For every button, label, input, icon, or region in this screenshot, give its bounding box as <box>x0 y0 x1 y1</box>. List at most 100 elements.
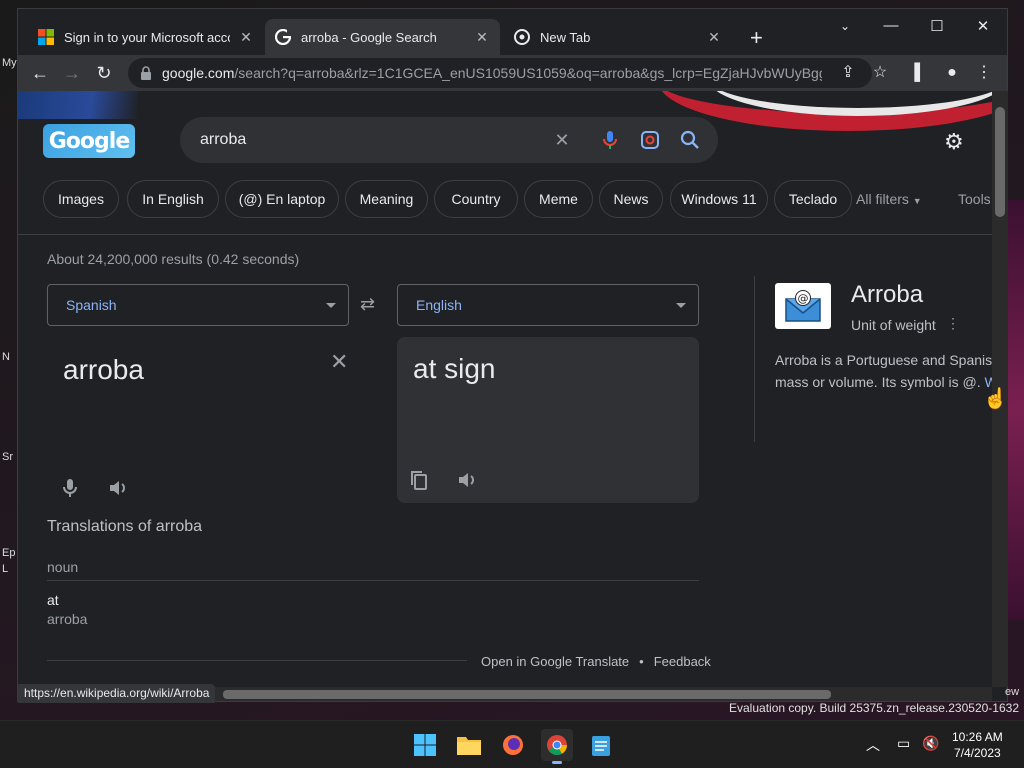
settings-gear-icon[interactable]: ⚙ <box>944 129 964 155</box>
speaker-icon[interactable] <box>106 476 130 500</box>
tab-strip: Sign in to your Microsoft accou ✕ arroba… <box>18 9 1007 55</box>
desktop-label[interactable]: Ep <box>2 547 15 559</box>
swap-languages-icon[interactable]: ⇄ <box>360 294 375 315</box>
clear-search-icon[interactable]: ✕ <box>550 128 574 152</box>
tab-microsoft-signin[interactable]: Sign in to your Microsoft accou ✕ <box>28 19 264 55</box>
clock-date: 7/4/2023 <box>953 746 1001 760</box>
knowledge-panel-title: Arroba <box>851 281 924 308</box>
search-icon[interactable] <box>678 128 702 152</box>
source-language-label: Spanish <box>66 297 117 313</box>
start-windows-icon[interactable] <box>409 729 441 761</box>
microphone-icon[interactable] <box>598 128 622 152</box>
chip-meaning[interactable]: Meaning <box>345 180 428 218</box>
google-doodle-logo[interactable]: Google <box>43 124 135 158</box>
forward-arrow-icon[interactable]: → <box>60 61 84 85</box>
scrollbar-thumb[interactable] <box>223 690 831 699</box>
address-bar[interactable]: google.com/search?q=arroba&rlz=1C1GCEA_e… <box>128 58 872 88</box>
separator-dot: • <box>639 654 644 669</box>
divider <box>754 276 755 442</box>
close-icon[interactable]: ✕ <box>474 29 490 46</box>
all-filters-label: All filters <box>856 191 909 207</box>
tools-button[interactable]: Tools <box>958 191 991 207</box>
chip-windows-11[interactable]: Windows 11 <box>670 180 768 218</box>
share-icon[interactable]: ⇪ <box>836 61 860 85</box>
bookmark-star-icon[interactable]: ☆ <box>868 61 892 85</box>
new-tab-plus-icon[interactable]: + <box>750 25 763 51</box>
tab-search-chevron-icon[interactable]: ⌄ <box>830 19 860 33</box>
tab-new-tab[interactable]: New Tab ✕ <box>504 19 732 55</box>
minimize-icon[interactable]: — <box>876 17 906 34</box>
chip-news[interactable]: News <box>599 180 663 218</box>
source-language-select[interactable]: Spanish <box>47 284 349 326</box>
chip-images[interactable]: Images <box>43 180 119 218</box>
flag-decoration <box>18 91 138 119</box>
search-input[interactable]: arroba ✕ <box>180 117 718 163</box>
all-filters-button[interactable]: All filters ▼ <box>856 191 922 207</box>
menu-kebab-icon[interactable]: ⋮ <box>972 61 996 85</box>
side-panel-icon[interactable]: ▌ <box>908 61 932 85</box>
back-arrow-icon[interactable]: ← <box>28 61 52 85</box>
taskbar-clock[interactable]: 10:26 AM 7/4/2023 <box>952 729 1003 761</box>
feedback-link[interactable]: Feedback <box>654 654 711 669</box>
speaker-icon[interactable] <box>455 468 479 492</box>
lock-icon[interactable] <box>140 66 152 80</box>
translation-output-panel: at sign <box>397 337 699 503</box>
url-host: google.com <box>162 65 235 81</box>
translations-heading: Translations of arroba <box>47 518 203 535</box>
scrollbar-thumb[interactable] <box>995 107 1005 217</box>
desktop-label[interactable]: L <box>2 563 8 575</box>
desktop-label: ew <box>1005 686 1020 698</box>
translation-word[interactable]: at <box>47 592 59 608</box>
clear-source-icon[interactable]: ✕ <box>330 349 348 375</box>
reload-icon[interactable]: ↻ <box>92 61 116 85</box>
knowledge-panel-description: Arroba is a Portuguese and Spanis mass o… <box>775 349 992 393</box>
chrome-taskbar-icon[interactable] <box>541 729 573 764</box>
status-bar-url: https://en.wikipedia.org/wiki/Arroba <box>18 684 216 703</box>
knowledge-panel-subtitle: Unit of weight <box>851 317 936 333</box>
network-icon[interactable]: ▭ <box>897 735 910 752</box>
chip-teclado[interactable]: Teclado <box>774 180 852 218</box>
desktop-label[interactable]: N <box>2 351 10 363</box>
part-of-speech: noun <box>47 559 79 575</box>
open-in-translate-link[interactable]: Open in Google Translate <box>481 654 629 669</box>
description-line: mass or volume. Its symbol is @. W <box>775 371 992 393</box>
chrome-logo-icon <box>547 735 568 756</box>
header-divider <box>18 234 992 235</box>
chip-country[interactable]: Country <box>434 180 518 218</box>
maximize-icon[interactable]: ☐ <box>922 17 952 35</box>
description-text: mass or volume. Its symbol is @. <box>775 374 981 390</box>
google-lens-icon[interactable] <box>638 128 662 152</box>
microphone-icon[interactable] <box>58 476 82 500</box>
folder-icon <box>457 737 481 755</box>
close-icon[interactable]: ✕ <box>238 29 254 46</box>
more-options-icon[interactable]: ⋮ <box>946 315 960 332</box>
chip-in-english[interactable]: In English <box>127 180 219 218</box>
divider <box>47 660 467 661</box>
profile-icon[interactable]: ● <box>940 61 964 85</box>
chip-en-laptop[interactable]: (@) En laptop <box>225 180 339 218</box>
close-icon[interactable]: ✕ <box>706 29 722 46</box>
caret-down-icon <box>676 303 686 308</box>
hand-cursor-icon: ☝ <box>983 388 1008 410</box>
target-text: at sign <box>413 353 496 384</box>
url-text: google.com/search?q=arroba&rlz=1C1GCEA_e… <box>162 65 822 81</box>
doodle-background <box>18 91 992 241</box>
desktop-label[interactable]: My <box>2 57 17 69</box>
show-hidden-icons-chevron-icon[interactable]: ︿ <box>866 735 880 755</box>
tab-google-search[interactable]: arroba - Google Search ✕ <box>265 19 500 55</box>
copy-icon[interactable] <box>407 468 431 492</box>
target-language-select[interactable]: English <box>397 284 699 326</box>
desktop-label[interactable]: Sr <box>2 451 13 463</box>
clock-time: 10:26 AM <box>952 730 1003 744</box>
chip-meme[interactable]: Meme <box>524 180 593 218</box>
volume-muted-icon[interactable]: 🔇 <box>922 735 939 752</box>
translate-footer: Open in Google Translate • Feedback <box>481 654 711 669</box>
close-window-icon[interactable]: ✕ <box>968 17 998 35</box>
notepad-icon[interactable] <box>585 729 617 761</box>
firefox-icon[interactable] <box>497 729 529 761</box>
source-text[interactable]: arroba <box>63 354 144 386</box>
email-at-icon[interactable]: @ <box>775 283 831 329</box>
desktop-icons-strip: My N Sr Ep L <box>0 55 18 705</box>
divider <box>47 580 699 581</box>
file-explorer-icon[interactable] <box>453 729 485 761</box>
